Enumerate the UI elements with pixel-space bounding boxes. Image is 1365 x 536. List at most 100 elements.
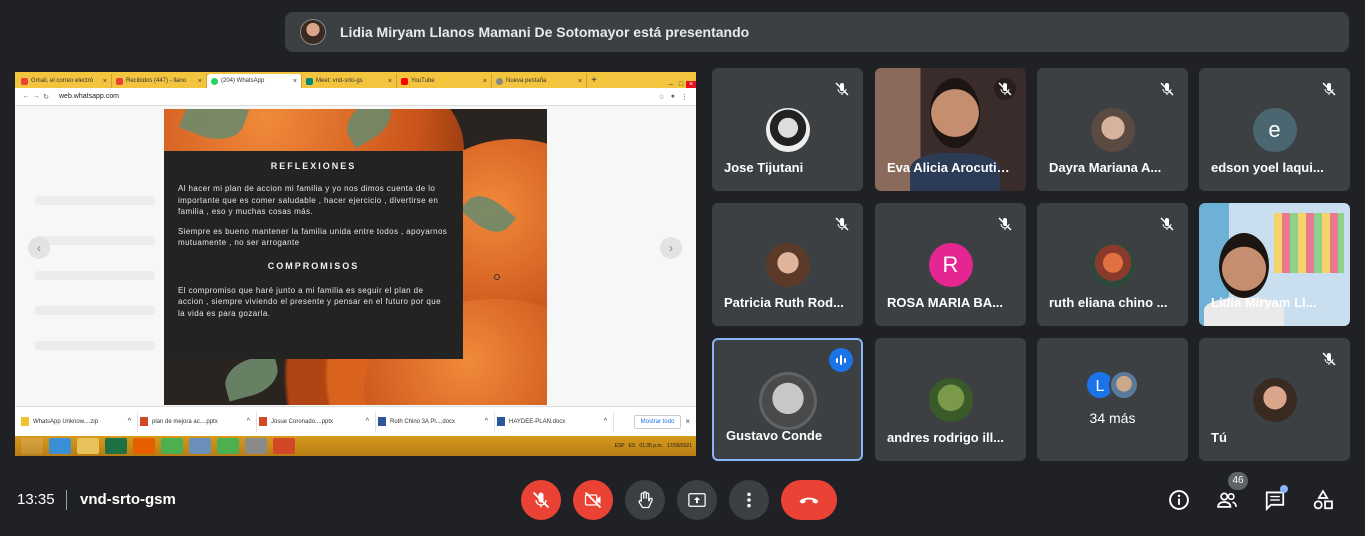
download-item: Ruth Chino 3A Pl....docx ^ — [378, 411, 495, 432]
participant-name: andres rodrigo ill... — [887, 430, 1005, 445]
video-feed — [930, 78, 980, 148]
participant-name: ruth eliana chino ... — [1049, 295, 1168, 310]
participant-tile[interactable]: Dayra Mariana A... — [1037, 68, 1188, 191]
maximize-icon: □ — [678, 81, 684, 88]
people-button[interactable] — [1214, 487, 1240, 513]
presenting-text: Lidia Miryam Llanos Mamani De Sotomayor … — [340, 24, 750, 40]
more-participants-label: 34 más — [1089, 410, 1136, 426]
more-options-button[interactable] — [729, 480, 769, 520]
divider — [66, 490, 67, 510]
close-icon: × — [387, 77, 392, 85]
tab-label: YouTube — [411, 78, 435, 84]
browser-tab-recibidos: Recibidos (447) - llano × — [112, 74, 207, 88]
mic-off-icon — [1156, 78, 1178, 100]
menu-icon: ⋮ — [681, 93, 688, 101]
browser-tab-newtab: Nueva pestaña × — [492, 74, 587, 88]
chevron-up-icon: ^ — [246, 418, 250, 425]
url-text: web.whatsapp.com — [59, 93, 119, 100]
participant-tile[interactable]: e edson yoel laqui... — [1199, 68, 1350, 191]
docx-file-icon — [378, 417, 386, 426]
gmail-icon — [116, 77, 123, 85]
leave-call-button[interactable] — [781, 480, 837, 520]
participant-tile[interactable]: R ROSA MARIA BA... — [875, 203, 1026, 326]
star-icon: ☆ — [658, 93, 665, 101]
download-item: plan de mejora ac....pptx ^ — [140, 411, 257, 432]
close-icon: × — [292, 77, 297, 85]
chrome-icon — [217, 438, 239, 454]
tab-label: Recibidos (447) - llano — [126, 78, 187, 84]
presenter-avatar — [300, 19, 326, 45]
present-screen-button[interactable] — [677, 480, 717, 520]
powerpoint-icon — [273, 438, 295, 454]
participant-tile-active-speaker[interactable]: Gustavo Conde — [712, 338, 863, 461]
chat-placeholder — [35, 306, 155, 315]
docx-file-icon — [497, 417, 505, 426]
avatar — [1090, 108, 1135, 152]
participant-tile[interactable]: andres rodrigo ill... — [875, 338, 1026, 461]
mic-off-icon — [994, 213, 1016, 235]
meet-icon — [306, 77, 313, 85]
tab-label: Nueva pestaña — [506, 78, 547, 84]
participant-tile[interactable]: ruth eliana chino ... — [1037, 203, 1188, 326]
paragraph-reflexion-1: Al hacer mi plan de accion mi familia y … — [178, 184, 439, 216]
participant-name: Patricia Ruth Rod... — [724, 295, 844, 310]
taskbar-date: 17/09/2021 — [666, 443, 692, 449]
chevron-up-icon: ^ — [365, 418, 369, 425]
video-feed — [1219, 233, 1269, 298]
participant-name: edson yoel laqui... — [1211, 160, 1324, 175]
prev-arrow-icon: ‹ — [28, 237, 50, 259]
activities-button[interactable] — [1310, 487, 1336, 513]
participant-name: Tú — [1211, 430, 1227, 445]
chevron-up-icon: ^ — [603, 418, 607, 425]
speaking-indicator-icon — [829, 348, 853, 372]
window-controls: – □ × — [666, 81, 696, 88]
participant-tile[interactable]: Jose Tijutani — [712, 68, 863, 191]
camera-toggle-button[interactable] — [573, 480, 613, 520]
download-item: Josue Coronado....pptx ^ — [259, 411, 376, 432]
download-name: WhatsApp Unknow....zip — [33, 418, 99, 425]
chrome-icon — [496, 77, 503, 85]
taskbar-time: 01:35 p.m. — [639, 443, 663, 449]
hand-icon — [638, 491, 653, 509]
participant-tile[interactable]: Patricia Ruth Rod... — [712, 203, 863, 326]
chevron-up-icon: ^ — [484, 418, 488, 425]
download-name: HAYDEE-PLAN.docx — [509, 418, 566, 425]
download-item: HAYDEE-PLAN.docx ^ — [497, 411, 614, 432]
whatsapp-media-viewer: REFLEXIONES Al hacer mi plan de accion m… — [15, 106, 696, 406]
firefox-icon — [133, 438, 155, 454]
hang-up-icon — [799, 497, 819, 504]
paragraph-reflexion-2: Siempre es bueno mantener la familia uni… — [178, 226, 448, 248]
chat-placeholder — [35, 271, 155, 280]
browser-tab-whatsapp: (204) WhatsApp × — [207, 74, 302, 88]
self-tile[interactable]: Tú — [1199, 338, 1350, 461]
participant-name: Lidia Miryam Ll... — [1211, 295, 1317, 310]
raise-hand-button[interactable] — [625, 480, 665, 520]
mic-off-icon — [1318, 348, 1340, 370]
download-name: Josue Coronado....pptx — [271, 418, 334, 425]
shared-screen[interactable]: Gmail, el correo electró × Recibidos (447… — [15, 72, 696, 456]
participant-name: Eva Alicia Arocutipa... — [887, 160, 1014, 175]
tab-label: Gmail, el correo electró — [31, 78, 94, 84]
close-icon: × — [482, 77, 487, 85]
more-vert-icon — [747, 492, 751, 508]
ie-icon — [49, 438, 71, 454]
more-participants-tile[interactable]: L 34 más — [1037, 338, 1188, 461]
close-window-icon: × — [686, 81, 696, 88]
windows-taskbar: ESP ES 01:35 p.m. 17/09/2021 — [15, 436, 696, 456]
heading-reflexiones: REFLEXIONES — [270, 161, 357, 171]
info-icon — [1169, 490, 1189, 510]
periodic-table-poster — [1274, 213, 1344, 273]
zip-file-icon — [21, 417, 29, 426]
mic-off-icon — [532, 491, 550, 509]
camera-off-icon — [584, 491, 602, 509]
lang-text: ESP — [614, 443, 625, 449]
meet-window: Lidia Miryam Llanos Mamani De Sotomayor … — [0, 0, 1365, 536]
mic-toggle-button[interactable] — [521, 480, 561, 520]
avatar — [1252, 378, 1297, 422]
participant-tile[interactable]: Lidia Miryam Ll... — [1199, 203, 1350, 326]
meeting-details-button[interactable] — [1166, 487, 1192, 513]
pptx-file-icon — [259, 417, 267, 426]
pptx-file-icon — [140, 417, 148, 426]
participant-tile[interactable]: Eva Alicia Arocutipa... — [875, 68, 1026, 191]
tab-label: (204) WhatsApp — [221, 78, 265, 84]
